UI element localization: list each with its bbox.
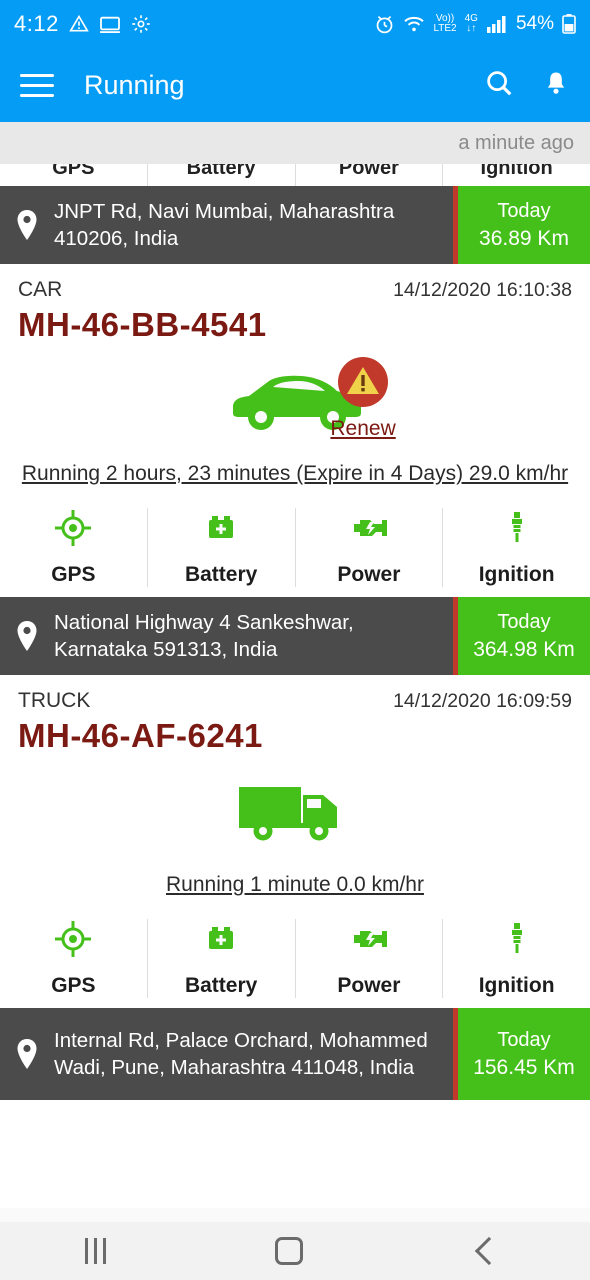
metric-power[interactable]: Power — [294, 508, 443, 587]
metric-power[interactable]: Power — [294, 919, 443, 998]
back-icon[interactable] — [472, 1236, 506, 1266]
renew-action[interactable]: Renew — [330, 356, 396, 441]
metric-label: GPS — [51, 974, 96, 997]
metric-gps[interactable]: GPS — [0, 919, 147, 998]
metric-ignition[interactable]: Ignition — [442, 919, 590, 998]
metric-label: GPS — [51, 563, 96, 586]
metric-label: Battery — [184, 563, 258, 586]
address-text: National Highway 4 Sankeshwar, Karnataka… — [54, 611, 354, 661]
vehicle-type: CAR — [18, 278, 63, 301]
warning-triangle-icon — [69, 14, 89, 34]
wifi-icon — [403, 15, 425, 33]
battery-icon — [201, 508, 241, 553]
gps-target-icon — [53, 919, 93, 964]
metric-label: Power — [337, 563, 401, 586]
power-engine-icon — [348, 508, 390, 553]
metric-label: Power — [294, 164, 443, 186]
address-text: Internal Rd, Palace Orchard, Mohammed Wa… — [54, 1029, 428, 1079]
ignition-spark-plug-icon — [497, 919, 537, 964]
status-bar: 4:12 Vo)) LTE2 4G ↓↑ 54% — [0, 0, 590, 48]
metric-label: Ignition — [478, 974, 555, 997]
hamburger-menu-icon[interactable] — [20, 73, 54, 97]
metric-label: Battery — [146, 164, 295, 186]
metrics-row: GPS Battery Power Ignition — [0, 913, 590, 1008]
phone-screen: 4:12 Vo)) LTE2 4G ↓↑ 54% Running a minut… — [0, 0, 590, 1280]
last-updated-label: a minute ago — [458, 131, 574, 154]
page-title: Running — [84, 69, 185, 100]
metric-battery[interactable]: Battery — [146, 919, 295, 998]
today-label: Today — [497, 610, 551, 633]
truck-icon — [235, 773, 355, 850]
metric-battery[interactable]: Battery — [146, 508, 295, 587]
metric-label: Ignition — [442, 164, 590, 186]
bell-icon[interactable] — [542, 69, 570, 102]
location-pin-icon — [0, 1008, 54, 1100]
metrics-row: GPS Battery Power Ignition — [0, 502, 590, 597]
today-value: 364.98 Km — [473, 637, 575, 661]
address-bar[interactable]: JNPT Rd, Navi Mumbai, Maharashtra 410206… — [0, 186, 590, 264]
today-distance: Today 364.98 Km — [458, 597, 590, 675]
metric-label: Battery — [184, 974, 258, 997]
battery-percent-label: 54% — [515, 13, 554, 34]
metric-label: Power — [337, 974, 401, 997]
recents-icon[interactable] — [84, 1238, 106, 1264]
system-navigation-bar — [0, 1222, 590, 1280]
vehicle-status: Running 1 minute 0.0 km/hr — [166, 873, 424, 896]
4g-icon: 4G ↓↑ — [464, 13, 478, 34]
home-icon[interactable] — [274, 1237, 303, 1265]
vehicle-timestamp: 14/12/2020 16:10:38 — [393, 279, 572, 301]
pull-to-refresh-strip[interactable]: a minute ago — [0, 122, 590, 164]
today-value: 156.45 Km — [473, 1055, 575, 1079]
vehicle-list-scroll[interactable]: GPS Battery Power Ignition JNPT Rd, Navi… — [0, 164, 590, 1280]
vehicle-plate: MH-46-BB-4541 — [18, 306, 267, 343]
vehicle-card[interactable]: CAR 14/12/2020 16:10:38 MH-46-BB-4541 Re… — [0, 264, 590, 675]
today-distance: Today 36.89 Km — [458, 186, 590, 264]
vehicle-card[interactable]: TRUCK 14/12/2020 16:09:59 MH-46-AF-6241 … — [0, 675, 590, 1100]
location-pin-icon — [0, 597, 54, 675]
volte-icon: Vo)) LTE2 — [433, 13, 457, 34]
renew-label: Renew — [330, 417, 396, 440]
vehicle-type: TRUCK — [18, 689, 91, 712]
ignition-spark-plug-icon — [497, 508, 537, 553]
today-label: Today — [497, 1028, 551, 1051]
today-value: 36.89 Km — [479, 226, 569, 250]
screen-cast-icon — [99, 15, 121, 33]
alarm-icon — [374, 14, 395, 35]
gps-target-icon — [53, 508, 93, 553]
alert-warning-icon — [337, 356, 389, 413]
partial-card-metrics: GPS Battery Power Ignition — [0, 164, 590, 186]
address-bar[interactable]: Internal Rd, Palace Orchard, Mohammed Wa… — [0, 1008, 590, 1100]
power-engine-icon — [348, 919, 390, 964]
battery-icon — [201, 919, 241, 964]
signal-bars-icon — [486, 15, 508, 33]
metric-gps[interactable]: GPS — [0, 508, 147, 587]
vehicle-artwork — [0, 755, 590, 867]
settings-gear-icon — [131, 14, 151, 34]
status-time: 4:12 — [14, 11, 59, 36]
metric-label: Ignition — [478, 563, 555, 586]
today-distance: Today 156.45 Km — [458, 1008, 590, 1100]
address-text: JNPT Rd, Navi Mumbai, Maharashtra 410206… — [54, 200, 395, 250]
search-icon[interactable] — [484, 68, 514, 103]
vehicle-artwork: Renew — [0, 344, 590, 456]
metric-label: GPS — [52, 164, 95, 179]
vehicle-plate: MH-46-AF-6241 — [18, 717, 263, 754]
metric-ignition[interactable]: Ignition — [442, 508, 590, 587]
scroll-fade — [0, 1208, 590, 1222]
battery-status-icon — [562, 14, 576, 34]
vehicle-status: Running 2 hours, 23 minutes (Expire in 4… — [21, 462, 569, 485]
address-bar[interactable]: National Highway 4 Sankeshwar, Karnataka… — [0, 597, 590, 675]
vehicle-timestamp: 14/12/2020 16:09:59 — [393, 690, 572, 712]
location-pin-icon — [0, 186, 54, 264]
today-label: Today — [497, 199, 551, 222]
app-bar: Running — [0, 48, 590, 122]
